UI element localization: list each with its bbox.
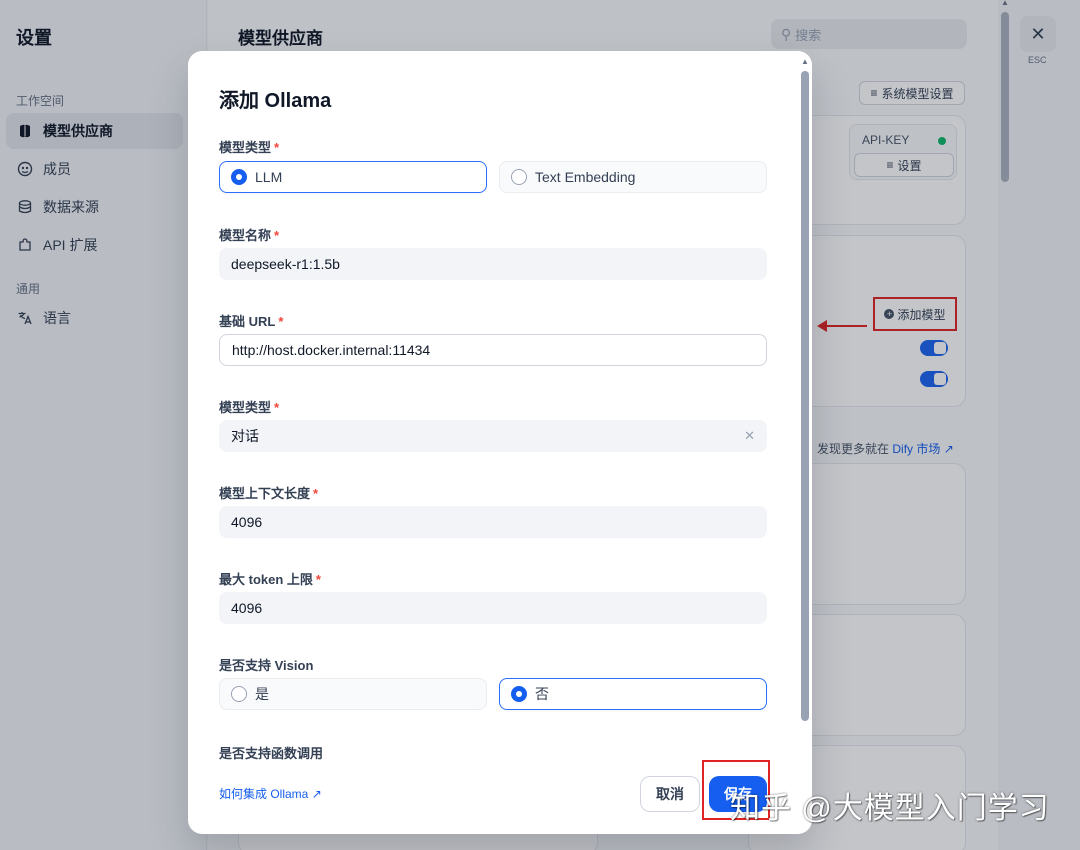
base-url-input[interactable]: http://host.docker.internal:11434 <box>219 334 767 366</box>
model-name-label: 模型名称 * <box>219 225 279 244</box>
function-call-label: 是否支持函数调用 <box>219 746 324 761</box>
vision-no-option[interactable]: 否 <box>499 678 767 710</box>
option-label: 否 <box>535 686 549 702</box>
model-type-llm-option[interactable]: LLM <box>219 161 487 193</box>
cancel-button[interactable]: 取消 <box>640 776 700 812</box>
max-token-input[interactable]: 4096 <box>219 592 767 624</box>
completion-type-value: 对话 <box>231 428 259 444</box>
context-length-input[interactable]: 4096 <box>219 506 767 538</box>
base-url-label-text: 基础 URL <box>219 314 276 329</box>
option-label: LLM <box>255 169 283 185</box>
max-token-value: 4096 <box>231 600 263 616</box>
base-url-label: 基础 URL * <box>219 311 283 330</box>
completion-type-label: 模型类型 * <box>219 397 279 416</box>
modal-title: 添加 Ollama <box>219 90 332 112</box>
base-url-value: http://host.docker.internal:11434 <box>232 342 431 358</box>
required-mark: * <box>278 314 284 329</box>
scroll-up-arrow[interactable]: ▲ <box>801 57 809 66</box>
required-mark: * <box>315 572 321 587</box>
max-token-label: 最大 token 上限 * <box>219 569 321 588</box>
add-ollama-modal: 添加 Ollama 模型类型 * LLM Text Embedding 模型名称 *… <box>188 51 812 834</box>
option-label: Text Embedding <box>535 169 636 185</box>
model-name-label-text: 模型名称 <box>219 228 272 243</box>
context-length-label: 模型上下文长度 * <box>219 483 318 502</box>
max-token-label-text: 最大 token 上限 <box>219 572 313 587</box>
required-mark: * <box>274 228 280 243</box>
model-name-input[interactable]: deepseek-r1:1.5b <box>219 248 767 280</box>
required-mark: * <box>274 140 280 155</box>
vision-yes-option[interactable]: 是 <box>219 678 487 710</box>
completion-type-select[interactable]: 对话 ✕ <box>219 420 767 452</box>
external-link-icon: ↗ <box>311 787 322 801</box>
context-length-label-text: 模型上下文长度 <box>219 486 311 501</box>
model-type-label-text: 模型类型 <box>219 140 272 155</box>
radio-selected-icon <box>231 169 247 185</box>
required-mark: * <box>274 400 280 415</box>
radio-unselected-icon <box>511 169 527 185</box>
context-length-value: 4096 <box>231 514 263 530</box>
model-type-embedding-option[interactable]: Text Embedding <box>499 161 767 193</box>
completion-type-label-text: 模型类型 <box>219 400 272 415</box>
required-mark: * <box>313 486 319 501</box>
radio-selected-icon <box>511 686 527 702</box>
vision-label: 是否支持 Vision <box>219 658 314 673</box>
help-link-text: 如何集成 Ollama <box>219 787 309 801</box>
watermark: 知乎 @大模型入门学习 <box>730 792 1050 825</box>
option-label: 是 <box>255 686 269 702</box>
modal-scrollbar[interactable] <box>801 71 809 721</box>
clear-icon[interactable]: ✕ <box>744 428 755 444</box>
radio-unselected-icon <box>231 686 247 702</box>
model-type-label: 模型类型 * <box>219 137 279 156</box>
model-name-value: deepseek-r1:1.5b <box>231 256 340 272</box>
help-link[interactable]: 如何集成 Ollama ↗ <box>219 785 322 802</box>
